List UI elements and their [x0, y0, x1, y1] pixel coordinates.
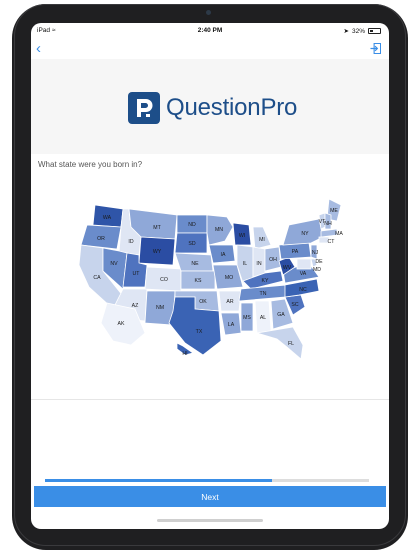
- state-label-md: MD: [313, 267, 321, 273]
- state-label-hi: HI: [182, 351, 187, 357]
- state-label-az: AZ: [132, 303, 139, 309]
- state-label-ut: UT: [133, 271, 141, 277]
- state-label-mi: MI: [259, 237, 265, 243]
- state-label-va: VA: [300, 271, 307, 277]
- questionpro-logo: QuestionPro: [128, 92, 297, 124]
- battery-fill: [370, 30, 373, 32]
- battery-icon: [368, 28, 381, 34]
- state-label-oh: OH: [269, 257, 277, 263]
- state-label-id: ID: [128, 239, 133, 245]
- state-md[interactable]: [296, 258, 312, 270]
- state-label-nc: NC: [299, 287, 307, 293]
- state-label-ok: OK: [199, 299, 207, 305]
- state-label-de: DE: [315, 259, 323, 265]
- state-label-ct: CT: [328, 239, 336, 245]
- home-indicator: [157, 519, 263, 522]
- us-state-map: WA OR CA ID NV MT WY UT AZ CO NM ND SD NE KS OK TX MN IA MO…: [78, 198, 343, 360]
- progress-fill: [45, 479, 272, 482]
- state-label-co: CO: [160, 277, 168, 283]
- logo-mark: [128, 92, 160, 124]
- state-label-wa: WA: [103, 215, 112, 221]
- state-label-pa: PA: [292, 249, 299, 255]
- status-right: ➤ 32%: [344, 27, 381, 35]
- status-time: 2:40 PM: [197, 27, 223, 34]
- divider: [31, 399, 389, 400]
- state-label-ca: CA: [93, 275, 101, 281]
- state-label-ks: KS: [195, 278, 202, 284]
- progress-bar: [45, 479, 369, 482]
- state-label-il: IL: [243, 261, 247, 267]
- state-label-ky: KY: [262, 278, 269, 284]
- question-text: What state were you born in?: [38, 160, 143, 169]
- state-label-nm: NM: [156, 305, 164, 311]
- state-label-sd: SD: [188, 241, 195, 247]
- exit-icon[interactable]: [370, 43, 381, 54]
- state-label-ny: NY: [301, 231, 309, 237]
- state-label-nd: ND: [188, 222, 196, 228]
- back-button[interactable]: ‹: [36, 39, 41, 59]
- state-label-in: IN: [256, 261, 261, 267]
- state-label-nj: NJ: [312, 250, 319, 256]
- status-bar: iPad ≈ 2:40 PM ➤ 32%: [31, 23, 389, 39]
- state-label-ma: MA: [335, 231, 343, 237]
- state-label-ms: MS: [243, 315, 251, 321]
- state-label-fl: FL: [288, 341, 294, 347]
- nav-bar: ‹: [31, 39, 389, 59]
- state-label-tn: TN: [260, 291, 267, 297]
- state-label-mn: MN: [215, 227, 223, 233]
- state-label-wy: WY: [153, 249, 162, 255]
- screen: iPad ≈ 2:40 PM ➤ 32% ‹ QuestionPro What …: [31, 23, 389, 529]
- state-label-mt: MT: [153, 225, 161, 231]
- front-camera: [206, 10, 211, 15]
- state-label-nh: NH: [324, 221, 332, 227]
- logo-p-glyph: [137, 99, 153, 117]
- state-label-mo: MO: [225, 275, 233, 281]
- state-label-ia: IA: [221, 252, 226, 258]
- state-label-ak: AK: [118, 321, 125, 327]
- state-label-wi: WI: [239, 233, 245, 239]
- state-fl[interactable]: [256, 326, 304, 360]
- battery-percent: 32%: [351, 27, 365, 35]
- state-label-la: LA: [228, 322, 235, 328]
- state-shapes: [78, 198, 342, 360]
- state-label-wv: WV: [283, 265, 292, 271]
- state-label-tx: TX: [196, 329, 203, 335]
- survey-header: QuestionPro: [31, 59, 389, 154]
- state-label-sc: SC: [291, 302, 298, 308]
- state-label-al: AL: [260, 315, 266, 321]
- location-icon: ➤: [343, 28, 349, 35]
- logo-text: QuestionPro: [166, 94, 298, 121]
- state-label-ga: GA: [277, 312, 285, 318]
- state-label-nv: NV: [110, 261, 118, 267]
- state-label-or: OR: [97, 236, 105, 242]
- state-label-me: ME: [330, 208, 338, 214]
- next-button[interactable]: Next: [34, 486, 386, 507]
- state-label-ne: NE: [191, 261, 199, 267]
- state-label-ar: AR: [226, 299, 233, 305]
